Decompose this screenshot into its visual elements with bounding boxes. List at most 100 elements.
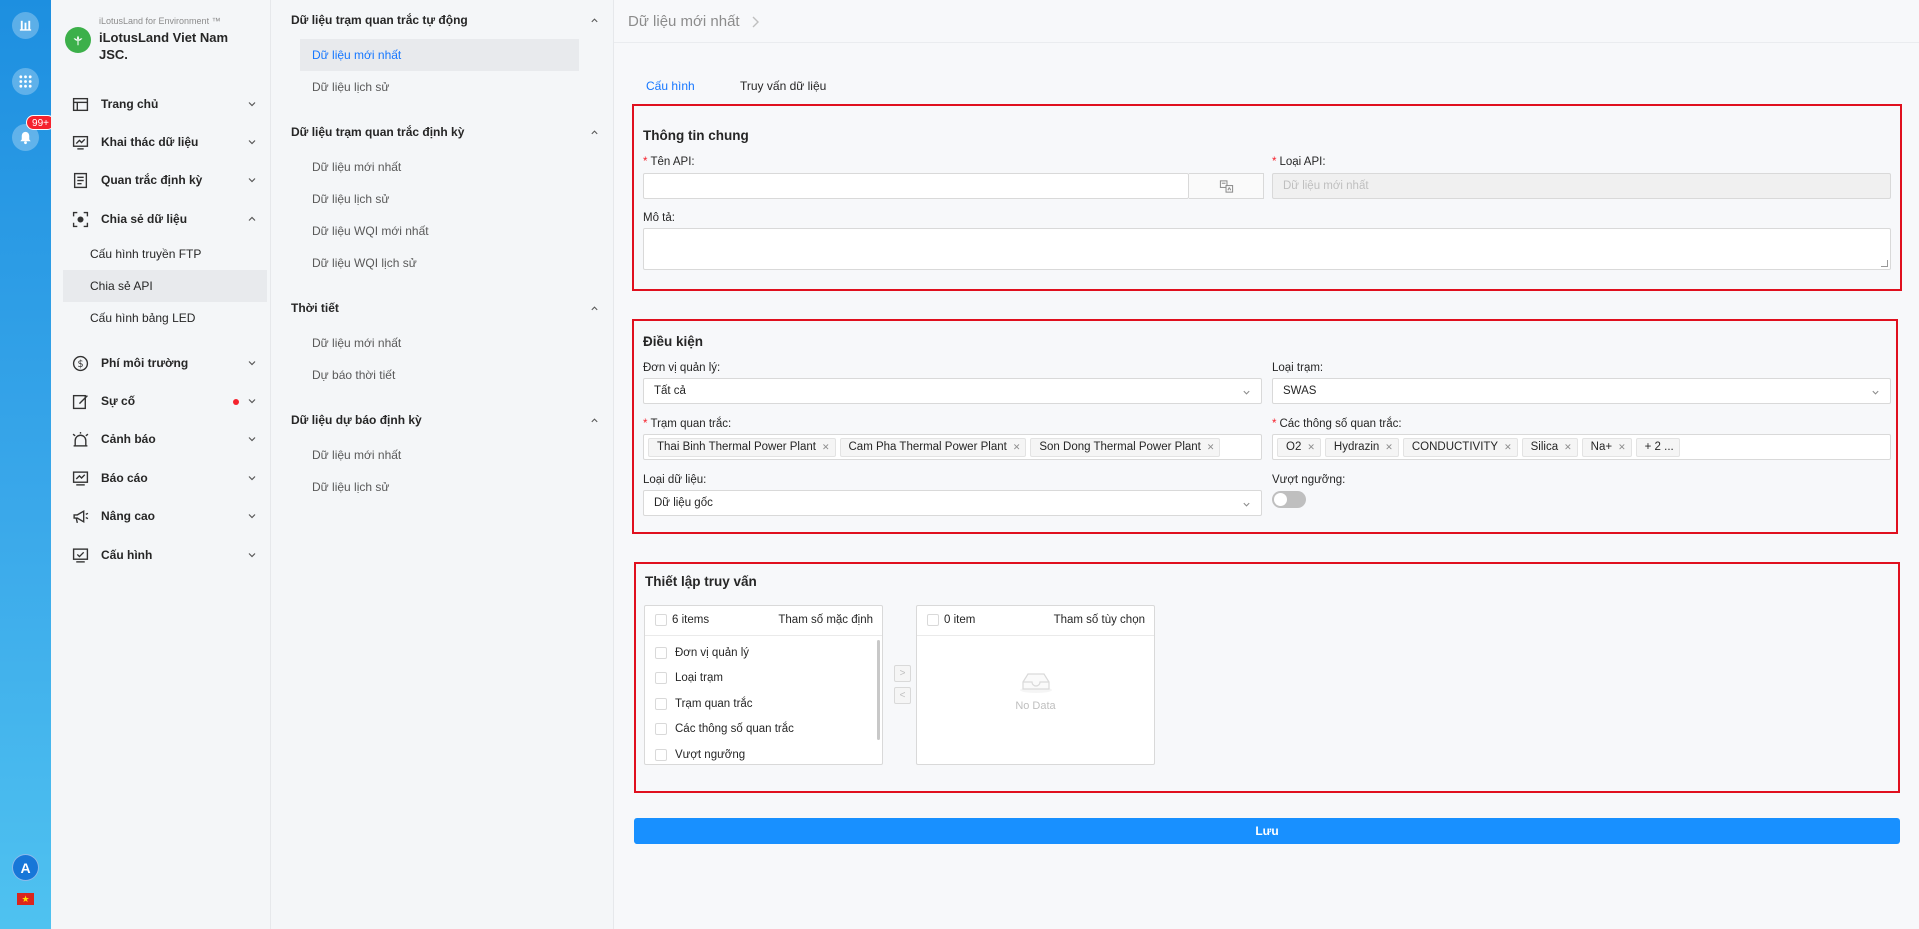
chevron-up-icon: [248, 216, 256, 221]
param-tag: O2 ✕: [1277, 437, 1321, 457]
subnav-item-forecast[interactable]: Dự báo thời tiết: [300, 359, 579, 391]
item-checkbox[interactable]: [655, 647, 667, 659]
list-header: 6 items Tham số mặc định: [645, 606, 882, 636]
svg-text:$: $: [77, 359, 83, 370]
breadcrumb-current: Dữ liệu mới nhất: [628, 13, 740, 30]
close-icon[interactable]: ✕: [1385, 442, 1393, 453]
tab-query-data[interactable]: Truy vấn dữ liệu: [726, 73, 840, 106]
breadcrumb: Dữ liệu mới nhất: [628, 13, 760, 30]
subnav-item-latest[interactable]: Dữ liệu mới nhất: [300, 39, 579, 71]
menu-item-data-mining[interactable]: Khai thác dữ liệu: [51, 124, 271, 160]
menu-item-periodic[interactable]: Quan trắc định kỳ: [51, 162, 271, 198]
station-type-select[interactable]: SWAS: [1272, 378, 1891, 404]
list-item[interactable]: Đơn vị quản lý: [645, 641, 882, 666]
close-icon[interactable]: ✕: [1564, 442, 1572, 453]
subnav-item-latest[interactable]: Dữ liệu mới nhất: [300, 439, 579, 471]
resize-handle-icon[interactable]: [1881, 260, 1888, 267]
station-tag: Cam Pha Thermal Power Plant ✕: [839, 437, 1027, 457]
megaphone-icon: [72, 508, 89, 525]
param-more-tag[interactable]: + 2 ...: [1635, 437, 1680, 457]
chevron-down-icon: [248, 361, 256, 366]
list-item[interactable]: Trạm quan trắc: [645, 692, 882, 717]
close-icon[interactable]: ✕: [1013, 442, 1021, 453]
subnav-item-history[interactable]: Dữ liệu lịch sử: [300, 471, 579, 503]
menu-item-incident[interactable]: Sự cố: [51, 383, 271, 419]
chevron-down-icon: [248, 437, 256, 442]
chevron-up-icon: [591, 418, 598, 423]
param-tag: Silica ✕: [1521, 437, 1578, 457]
station-type-label: Loại trạm:: [1272, 362, 1324, 374]
description-textarea[interactable]: [643, 228, 1891, 270]
app-logo-icon[interactable]: [12, 12, 39, 39]
query-setup-panel: Thiết lập truy vấn 6 items Tham số mặc đ…: [634, 562, 1900, 793]
list-title: Tham số tùy chọn: [1053, 614, 1145, 626]
station-tag: Son Dong Thermal Power Plant ✕: [1030, 437, 1221, 457]
submenu-ftp-config[interactable]: Cấu hình truyền FTP: [63, 238, 267, 270]
subnav-item-history[interactable]: Dữ liệu lịch sử: [300, 183, 579, 215]
monitor-data-icon: [72, 134, 89, 151]
main-content: Dữ liệu mới nhất Cấu hình Truy vấn dữ li…: [614, 0, 1919, 929]
subnav-item-wqi-latest[interactable]: Dữ liệu WQI mới nhất: [300, 215, 579, 247]
subnav-group-forecast[interactable]: Dữ liệu dự báo định kỳ: [271, 406, 614, 434]
move-right-button[interactable]: >: [894, 665, 911, 682]
translate-icon[interactable]: [1189, 173, 1264, 199]
select-all-checkbox[interactable]: [927, 614, 939, 626]
menu-item-home[interactable]: Trang chủ: [51, 86, 271, 122]
api-name-input[interactable]: [643, 173, 1189, 199]
subnav-item-latest[interactable]: Dữ liệu mới nhất: [300, 327, 579, 359]
subnav-item-latest[interactable]: Dữ liệu mới nhất: [300, 151, 579, 183]
subnav-group-weather[interactable]: Thời tiết: [271, 294, 614, 322]
select-all-checkbox[interactable]: [655, 614, 667, 626]
params-multiselect[interactable]: O2 ✕ Hydrazin ✕ CONDUCTIVITY ✕ Silica ✕ Na+ ✕…: [1272, 434, 1891, 460]
close-icon[interactable]: ✕: [1504, 442, 1512, 453]
close-icon[interactable]: ✕: [1618, 442, 1626, 453]
user-avatar[interactable]: A: [12, 854, 39, 881]
menu-item-report[interactable]: Báo cáo: [51, 460, 271, 496]
settings-monitor-icon: [72, 547, 89, 564]
exceed-toggle[interactable]: [1272, 491, 1306, 508]
panel-title: Thông tin chung: [643, 128, 749, 143]
list-item[interactable]: Các thông số quan trắc: [645, 717, 882, 742]
close-icon[interactable]: ✕: [822, 442, 830, 453]
empty-state: No Data: [917, 668, 1154, 712]
menu-item-env-fee[interactable]: $ Phí môi trường: [51, 345, 271, 381]
brand-tagline: iLotusLand for Environment ™: [99, 16, 221, 26]
submenu-api-share[interactable]: Chia sẻ API: [63, 270, 267, 302]
list-scrollbar[interactable]: [877, 640, 880, 740]
subnav-group-auto[interactable]: Dữ liệu trạm quan trắc tự động: [271, 6, 614, 34]
submenu-led-config[interactable]: Cấu hình bảng LED: [63, 302, 267, 334]
close-icon[interactable]: ✕: [1307, 442, 1315, 453]
item-checkbox[interactable]: [655, 672, 667, 684]
list-item[interactable]: Vượt ngưỡng: [645, 743, 882, 768]
item-checkbox[interactable]: [655, 698, 667, 710]
chevron-down-icon: [248, 140, 256, 145]
menu-item-advanced[interactable]: Nâng cao: [51, 498, 271, 534]
subnav-item-wqi-history[interactable]: Dữ liệu WQI lịch sử: [300, 247, 579, 279]
list-title: Tham số mặc định: [778, 614, 873, 626]
close-icon[interactable]: ✕: [1207, 442, 1215, 453]
item-checkbox[interactable]: [655, 749, 667, 761]
params-label: * Các thông số quan trắc:: [1272, 418, 1402, 430]
move-left-button[interactable]: <: [894, 687, 911, 704]
menu-item-alert[interactable]: Cảnh báo: [51, 421, 271, 457]
language-flag-icon[interactable]: ★: [17, 893, 34, 905]
save-button[interactable]: Lưu: [634, 818, 1900, 844]
station-tag: Thai Binh Thermal Power Plant ✕: [648, 437, 836, 457]
chevron-down-icon: [248, 102, 256, 107]
subnav-group-periodic[interactable]: Dữ liệu trạm quan trắc định kỳ: [271, 118, 614, 146]
brand: iLotusLand for Environment ™ iLotusLand …: [65, 14, 265, 70]
menu-item-config[interactable]: Cấu hình: [51, 537, 271, 573]
menu-item-data-sharing[interactable]: Chia sẻ dữ liệu: [51, 201, 271, 237]
data-type-select[interactable]: Dữ liệu gốc: [643, 490, 1262, 516]
tab-config[interactable]: Cấu hình: [632, 73, 709, 106]
unit-select[interactable]: Tất cả: [643, 378, 1262, 404]
subnav-item-history[interactable]: Dữ liệu lịch sử: [300, 71, 579, 103]
chevron-down-icon: [1243, 502, 1250, 507]
app-rail: 99+ A ★: [0, 0, 55, 929]
list-item[interactable]: Loại trạm: [645, 666, 882, 691]
stations-multiselect[interactable]: Thai Binh Thermal Power Plant ✕ Cam Pha T…: [643, 434, 1262, 460]
empty-inbox-icon: [1019, 673, 1052, 693]
toggle-knob: [1274, 493, 1287, 506]
item-checkbox[interactable]: [655, 723, 667, 735]
apps-grid-icon[interactable]: [12, 68, 39, 95]
